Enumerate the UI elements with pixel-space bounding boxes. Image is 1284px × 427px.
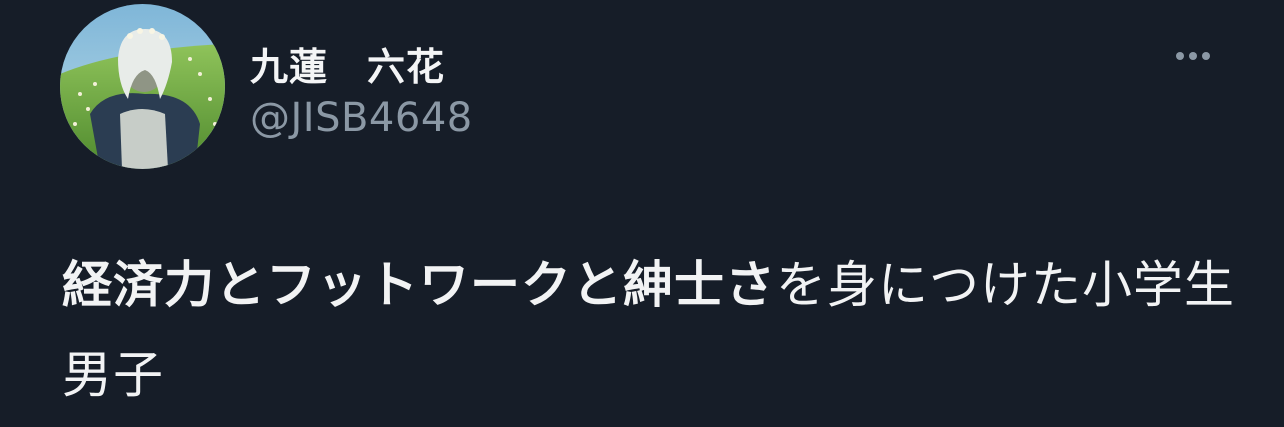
more-options-icon: [1202, 52, 1210, 60]
more-options-button[interactable]: [1170, 36, 1216, 76]
author-handle[interactable]: @JISB4648: [250, 95, 473, 141]
author-display-name[interactable]: 九蓮 六花: [250, 36, 445, 91]
author-avatar[interactable]: [60, 4, 225, 169]
tweet-text-bold: 経済力とフットワークと紳士さ: [62, 256, 776, 314]
more-options-icon: [1189, 52, 1197, 60]
more-options-icon: [1176, 52, 1184, 60]
tweet-text: 経済力とフットワークと紳士さを身につけた小学生男子: [62, 240, 1242, 420]
avatar-image: [60, 4, 225, 169]
